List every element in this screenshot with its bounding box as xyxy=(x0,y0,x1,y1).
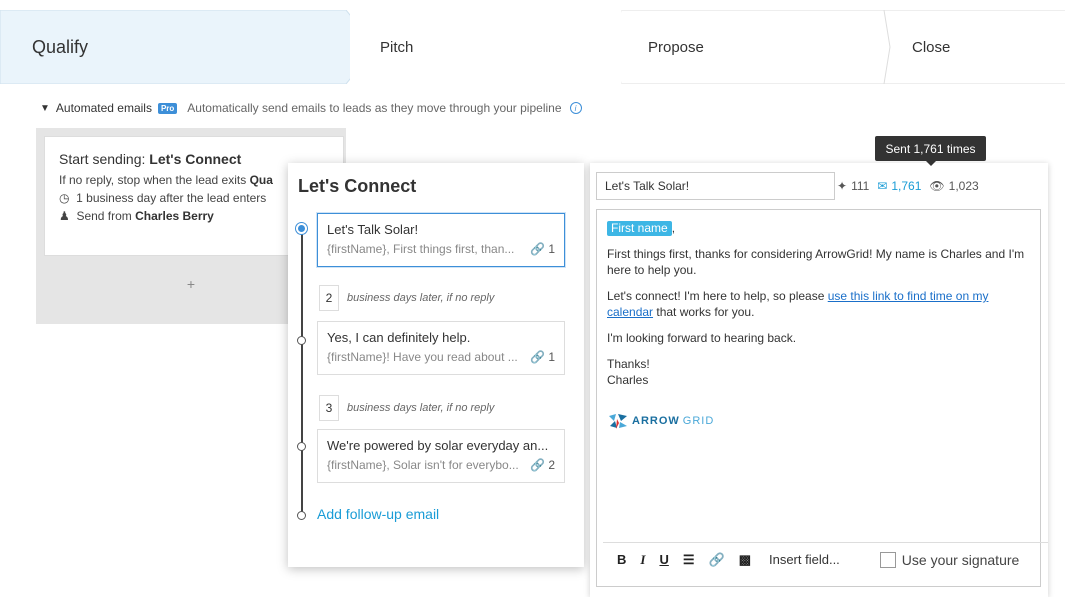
email-subject: Yes, I can definitely help. xyxy=(327,330,471,345)
arrowgrid-logo-mark xyxy=(609,414,627,429)
link-icon: 🔗 xyxy=(530,458,545,472)
use-signature-label[interactable]: Use your signature xyxy=(902,552,1020,568)
sequence-popup: Let's Connect Let's Talk Solar! {firstNa… xyxy=(288,163,584,567)
delay-days-input[interactable]: 2 xyxy=(319,285,339,311)
delay-step-1: 2 business days later, if no reply xyxy=(319,285,494,311)
image-icon[interactable]: ▩ xyxy=(739,552,751,568)
clicks-stat: ✦ 111 xyxy=(837,179,870,193)
link-icon: 🔗 xyxy=(530,242,545,256)
signoff: Thanks! Charles xyxy=(607,357,650,387)
stage-pitch[interactable]: Pitch xyxy=(350,10,630,84)
stage-qualify[interactable]: Qualify xyxy=(0,10,380,84)
email-preview: {firstName}, First things first, than... xyxy=(327,242,515,256)
delay-days-input[interactable]: 3 xyxy=(319,395,339,421)
formatting-toolbar: B I U ☰ 🔗 ▩ Insert field... Use your sig… xyxy=(603,542,1048,576)
sequence-email-2[interactable]: Yes, I can definitely help. {firstName}!… xyxy=(317,321,565,375)
underline-button[interactable]: U xyxy=(659,552,668,568)
user-icon: ♟ xyxy=(59,209,70,223)
views-stat: 👁 1,023 xyxy=(929,179,979,193)
attachment-count: 🔗 1 xyxy=(530,242,555,256)
chevron-down-icon[interactable]: ▼ xyxy=(40,103,50,114)
delay-step-2: 3 business days later, if no reply xyxy=(319,395,494,421)
merge-field-chip[interactable]: First name xyxy=(607,221,672,236)
body-paragraph: Let's connect! I'm here to help, so plea… xyxy=(607,289,989,319)
automated-emails-description: Automatically send emails to leads as th… xyxy=(187,101,562,115)
email-subject: Let's Talk Solar! xyxy=(327,222,419,237)
timeline-dot-active xyxy=(298,225,305,232)
timeline-dot xyxy=(297,511,306,520)
timeline-dot xyxy=(297,336,306,345)
email-preview: {firstName}, Solar isn't for everybo... xyxy=(327,458,519,472)
italic-button[interactable]: I xyxy=(640,552,645,568)
automated-emails-toggle[interactable]: Automated emails xyxy=(56,101,152,115)
attachment-count: 🔗 2 xyxy=(530,458,555,472)
sent-stat[interactable]: ✉ 1,761 xyxy=(877,179,921,193)
sequence-email-1[interactable]: Let's Talk Solar! {firstName}, First thi… xyxy=(317,213,565,267)
bold-button[interactable]: B xyxy=(617,552,626,568)
email-body-editor[interactable]: First name, First things first, thanks f… xyxy=(596,209,1048,587)
eye-icon: 👁 xyxy=(929,179,945,193)
email-stats: ✦ 111 ✉ 1,761 👁 1,023 xyxy=(837,172,979,200)
stage-propose-label: Propose xyxy=(648,38,704,56)
automated-emails-bar: ▼ Automated emails Pro Automatically sen… xyxy=(40,100,582,116)
pro-badge: Pro xyxy=(157,102,178,114)
arrowgrid-logo: ARROW GRID xyxy=(607,412,1030,430)
attachment-count: 🔗 1 xyxy=(530,350,555,364)
link-icon[interactable]: 🔗 xyxy=(709,552,725,568)
email-editor: Let's Talk Solar! ✦ 111 ✉ 1,761 👁 1,023 … xyxy=(590,163,1048,597)
email-subject: We're powered by solar everyday an... xyxy=(327,438,549,453)
subject-field[interactable]: Let's Talk Solar! xyxy=(596,172,835,200)
body-paragraph: I'm looking forward to hearing back. xyxy=(607,331,797,345)
stage-close[interactable]: Close xyxy=(884,10,1065,84)
use-signature-checkbox[interactable] xyxy=(879,551,896,568)
delay-text: business days later, if no reply xyxy=(347,292,495,304)
link-icon: 🔗 xyxy=(530,350,545,364)
insert-field-button[interactable]: Insert field... xyxy=(769,552,840,568)
add-followup-email-link[interactable]: Add follow-up email xyxy=(317,506,439,522)
list-icon[interactable]: ☰ xyxy=(683,552,695,568)
stage-pitch-label: Pitch xyxy=(380,38,414,56)
sequence-email-3[interactable]: We're powered by solar everyday an... {f… xyxy=(317,429,565,483)
pipeline-stages: Qualify Pitch Propose Close xyxy=(0,10,1065,84)
clock-icon: ◷ xyxy=(59,191,70,205)
cursor-click-icon: ✦ xyxy=(837,179,848,193)
popup-title: Let's Connect xyxy=(298,176,417,196)
timeline-line xyxy=(301,229,303,515)
email-preview: {firstName}! Have you read about ... xyxy=(327,350,518,364)
timeline-dot xyxy=(297,442,306,451)
stage-qualify-label: Qualify xyxy=(32,36,89,57)
body-paragraph: First things first, thanks for consideri… xyxy=(607,247,1025,277)
stage-close-label: Close xyxy=(912,38,951,56)
delay-text: business days later, if no reply xyxy=(347,402,495,414)
sent-tooltip: Sent 1,761 times xyxy=(875,136,986,166)
stage-propose[interactable]: Propose xyxy=(622,10,892,84)
envelope-icon: ✉ xyxy=(877,179,888,193)
info-icon[interactable]: i xyxy=(569,102,582,114)
